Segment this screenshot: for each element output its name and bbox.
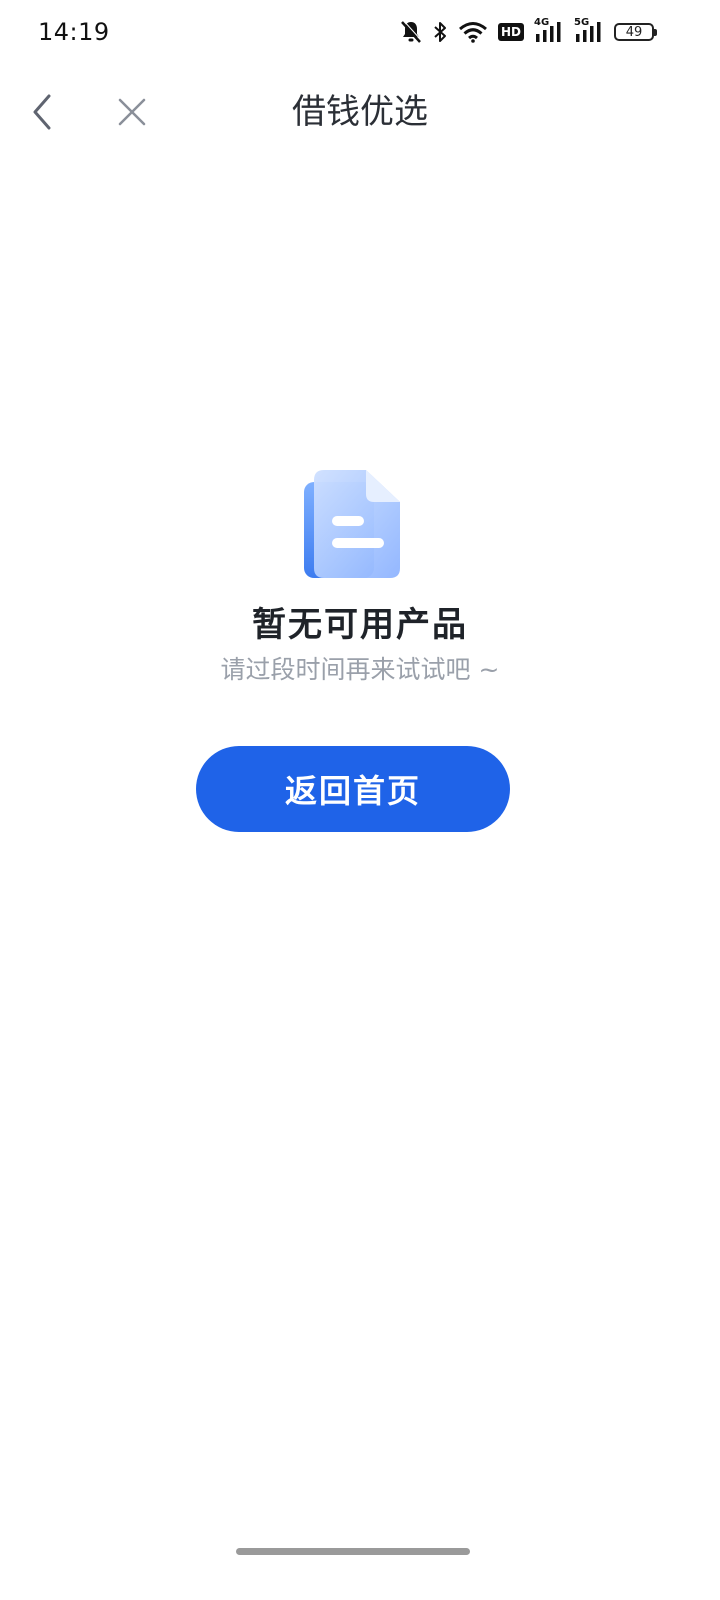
signal-5g-icon: 5G bbox=[574, 17, 604, 44]
hd-icon: HD bbox=[497, 23, 524, 41]
battery-level: 49 bbox=[625, 24, 643, 40]
empty-state-subtitle: 请过段时间再来试试吧 ~ bbox=[220, 655, 500, 684]
bell-off-icon bbox=[400, 20, 422, 44]
page-title: 借钱优选 bbox=[292, 92, 428, 132]
status-time: 14:19 bbox=[38, 18, 110, 46]
status-bar: 14:19 HD 4G 5G 49 bbox=[0, 0, 720, 64]
wifi-icon bbox=[458, 21, 488, 43]
bluetooth-icon bbox=[432, 20, 448, 44]
home-indicator[interactable] bbox=[236, 1548, 470, 1555]
document-icon bbox=[302, 468, 406, 584]
status-icons: HD 4G 5G 49 bbox=[400, 16, 657, 48]
signal-4g-icon: 4G bbox=[534, 17, 564, 44]
battery-icon: 49 bbox=[614, 23, 657, 41]
network-4g-label: 4G bbox=[534, 17, 550, 28]
empty-state-title: 暂无可用产品 bbox=[252, 605, 468, 645]
network-5g-label: 5G bbox=[574, 17, 590, 28]
return-home-button[interactable]: 返回首页 bbox=[196, 746, 510, 832]
nav-bar: 借钱优选 bbox=[0, 72, 720, 152]
